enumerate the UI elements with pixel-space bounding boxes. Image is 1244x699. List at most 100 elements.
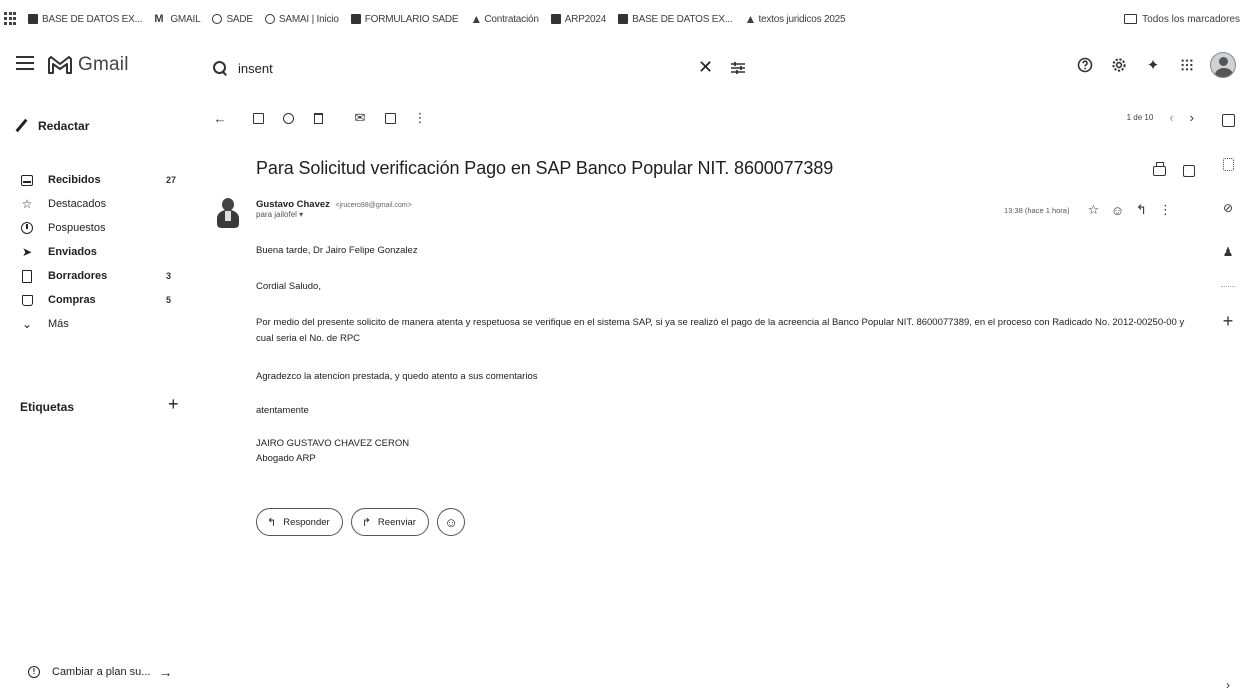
mark-unread-icon[interactable]: ✉ [350,108,370,128]
inbox-icon [20,173,34,187]
info-icon: ! [28,666,40,678]
pencil-icon [14,119,28,133]
compose-button[interactable]: Redactar [14,112,89,140]
print-icon[interactable] [1150,162,1168,180]
tasks-icon[interactable]: ⊘ [1216,198,1240,218]
chevron-down-icon: ⌄ [21,317,33,331]
move-to-icon[interactable] [380,108,400,128]
sheet-icon [28,14,38,24]
google-apps-icon[interactable] [1176,54,1198,76]
sender-line: Gustavo Chavez <jrucero98@gmail.com> [256,199,412,210]
gmail-logo[interactable]: Gmail [48,54,129,76]
keep-icon[interactable] [1216,154,1240,174]
upgrade-plan-link[interactable]: ! Cambiar a plan su... → [28,664,172,680]
search-icon[interactable] [212,60,228,76]
message-meta: 13:38 (hace 1 hora) ☆ ☺ ↰ ⋮ [1004,200,1175,220]
search-input[interactable] [238,60,638,76]
clear-search-icon[interactable]: ✕ [698,58,713,76]
bookmarks-bar: BASE DE DATOS EX... M GMAIL SADE SAMAI | … [0,0,1244,38]
body-line: Buena tarde, Dr Jairo Felipe Gonzalez [256,245,418,256]
side-panel: ⊘ ♟ + [1216,110,1240,355]
message-time: 13:38 (hace 1 hora) [1004,205,1070,215]
sidebar-item-sent[interactable]: ➤ Enviados [0,240,200,264]
reply-button[interactable]: ↰ Responder [256,508,343,536]
app-name: Gmail [78,54,129,75]
recipient-details[interactable]: para jailofel ▾ [256,210,303,219]
sidebar-item-more[interactable]: ⌄ Más [0,312,200,336]
contacts-icon[interactable]: ♟ [1216,242,1240,262]
shopping-icon [20,293,34,307]
add-label-icon[interactable]: + [168,394,179,415]
newer-chevron-icon[interactable]: ‹ [1169,110,1173,125]
bookmark-item[interactable]: ▲ Contratación [470,13,539,25]
bookmark-item[interactable]: FORMULARIO SADE [350,14,459,25]
subject-actions [1138,162,1198,180]
delete-icon[interactable] [308,108,328,128]
account-avatar[interactable] [1210,52,1236,78]
settings-gear-icon[interactable] [1108,54,1130,76]
forward-icon: ↱ [361,516,371,529]
search-bar[interactable]: ✕ [206,50,756,86]
bookmark-item[interactable]: BASE DE DATOS EX... [28,14,143,25]
sidebar-item-drafts[interactable]: Borradores 3 [0,264,200,288]
report-spam-icon[interactable] [278,108,298,128]
draft-icon [20,269,34,283]
clock-icon [20,221,34,235]
gemini-sparkle-icon[interactable]: ✦ [1142,54,1164,76]
open-new-window-icon[interactable] [1180,162,1198,180]
sender-avatar[interactable] [214,196,242,232]
sidebar-item-inbox[interactable]: Recibidos 27 [0,168,200,192]
body-line: JAIRO GUSTAVO CHAVEZ CERON [256,438,410,449]
sidebar-nav: Recibidos 27 ☆ Destacados Pospuestos ➤ E… [0,168,200,336]
pager-text: 1 de 10 [1126,113,1154,122]
all-bookmarks[interactable]: Todos los marcadores [1124,0,1240,38]
emoji-reaction-icon[interactable]: ☺ [1107,200,1127,220]
labels-section: Etiquetas + [20,394,179,415]
sidebar-item-snoozed[interactable]: Pospuestos [0,216,200,240]
reply-icon: ↰ [267,516,277,529]
emoji-reaction-button[interactable]: ☺ [436,508,465,536]
forward-button[interactable]: ↱ Reenviar [350,508,429,536]
bookmark-item[interactable]: SAMAI | Inicio [264,14,339,25]
sheet-icon [350,14,361,24]
sender-name[interactable]: Gustavo Chavez [256,199,330,210]
main-menu-icon[interactable] [16,56,34,70]
drive-icon: ▲ [744,12,757,26]
back-arrow-icon[interactable]: ← [210,108,230,128]
star-icon: ☆ [21,197,33,211]
app-header: Gmail ✕ ✦ [0,38,1244,98]
sidebar-item-purchases[interactable]: Compras 5 [0,288,200,312]
bookmark-item[interactable]: ▲ textos juridicos 2025 [744,12,845,26]
archive-icon[interactable] [248,108,268,128]
bookmark-item[interactable]: BASE DE DATOS EX... [618,14,733,25]
reply-actions: ↰ Responder ↱ Reenviar ☺ [256,508,465,536]
sheet-icon [550,14,561,24]
bookmark-item[interactable]: ARP2024 [550,14,606,25]
reply-icon[interactable]: ↰ [1131,200,1151,220]
body-line: atentamente [256,405,309,416]
add-addon-icon[interactable]: + [1216,311,1240,331]
expand-panel-chevron-icon[interactable]: › [1226,678,1230,692]
bookmark-item[interactable]: SADE [212,14,253,25]
star-icon[interactable]: ☆ [1083,200,1103,220]
unread-count: 27 [166,175,177,185]
search-options-icon[interactable] [730,60,746,76]
message-toolbar: ← ✉ ⋮ 1 de 10 ‹ › [210,104,1195,132]
gmail-window: BASE DE DATOS EX... M GMAIL SADE SAMAI | … [0,0,1244,699]
bookmark-item[interactable]: M GMAIL [154,14,200,25]
send-icon: ➤ [21,245,33,259]
more-vert-icon[interactable]: ⋮ [1155,200,1175,220]
globe-icon [264,14,275,24]
message-subject: Para Solicitud verificación Pago en SAP … [256,158,834,178]
body-line: Agradezco la atencion prestada, y quedo … [256,371,538,382]
apps-grid-icon[interactable] [4,12,18,26]
older-chevron-icon[interactable]: › [1190,110,1194,125]
body-line: Por medio del presente solicito de maner… [256,317,1185,344]
sender-email: <jrucero98@gmail.com> [335,202,412,209]
calendar-icon[interactable] [1216,110,1240,130]
purchases-count: 5 [166,295,172,305]
more-vert-icon[interactable]: ⋮ [410,108,430,128]
help-icon[interactable] [1074,54,1096,76]
body-line: Abogado ARP [256,453,316,464]
sidebar-item-starred[interactable]: ☆ Destacados [0,192,200,216]
